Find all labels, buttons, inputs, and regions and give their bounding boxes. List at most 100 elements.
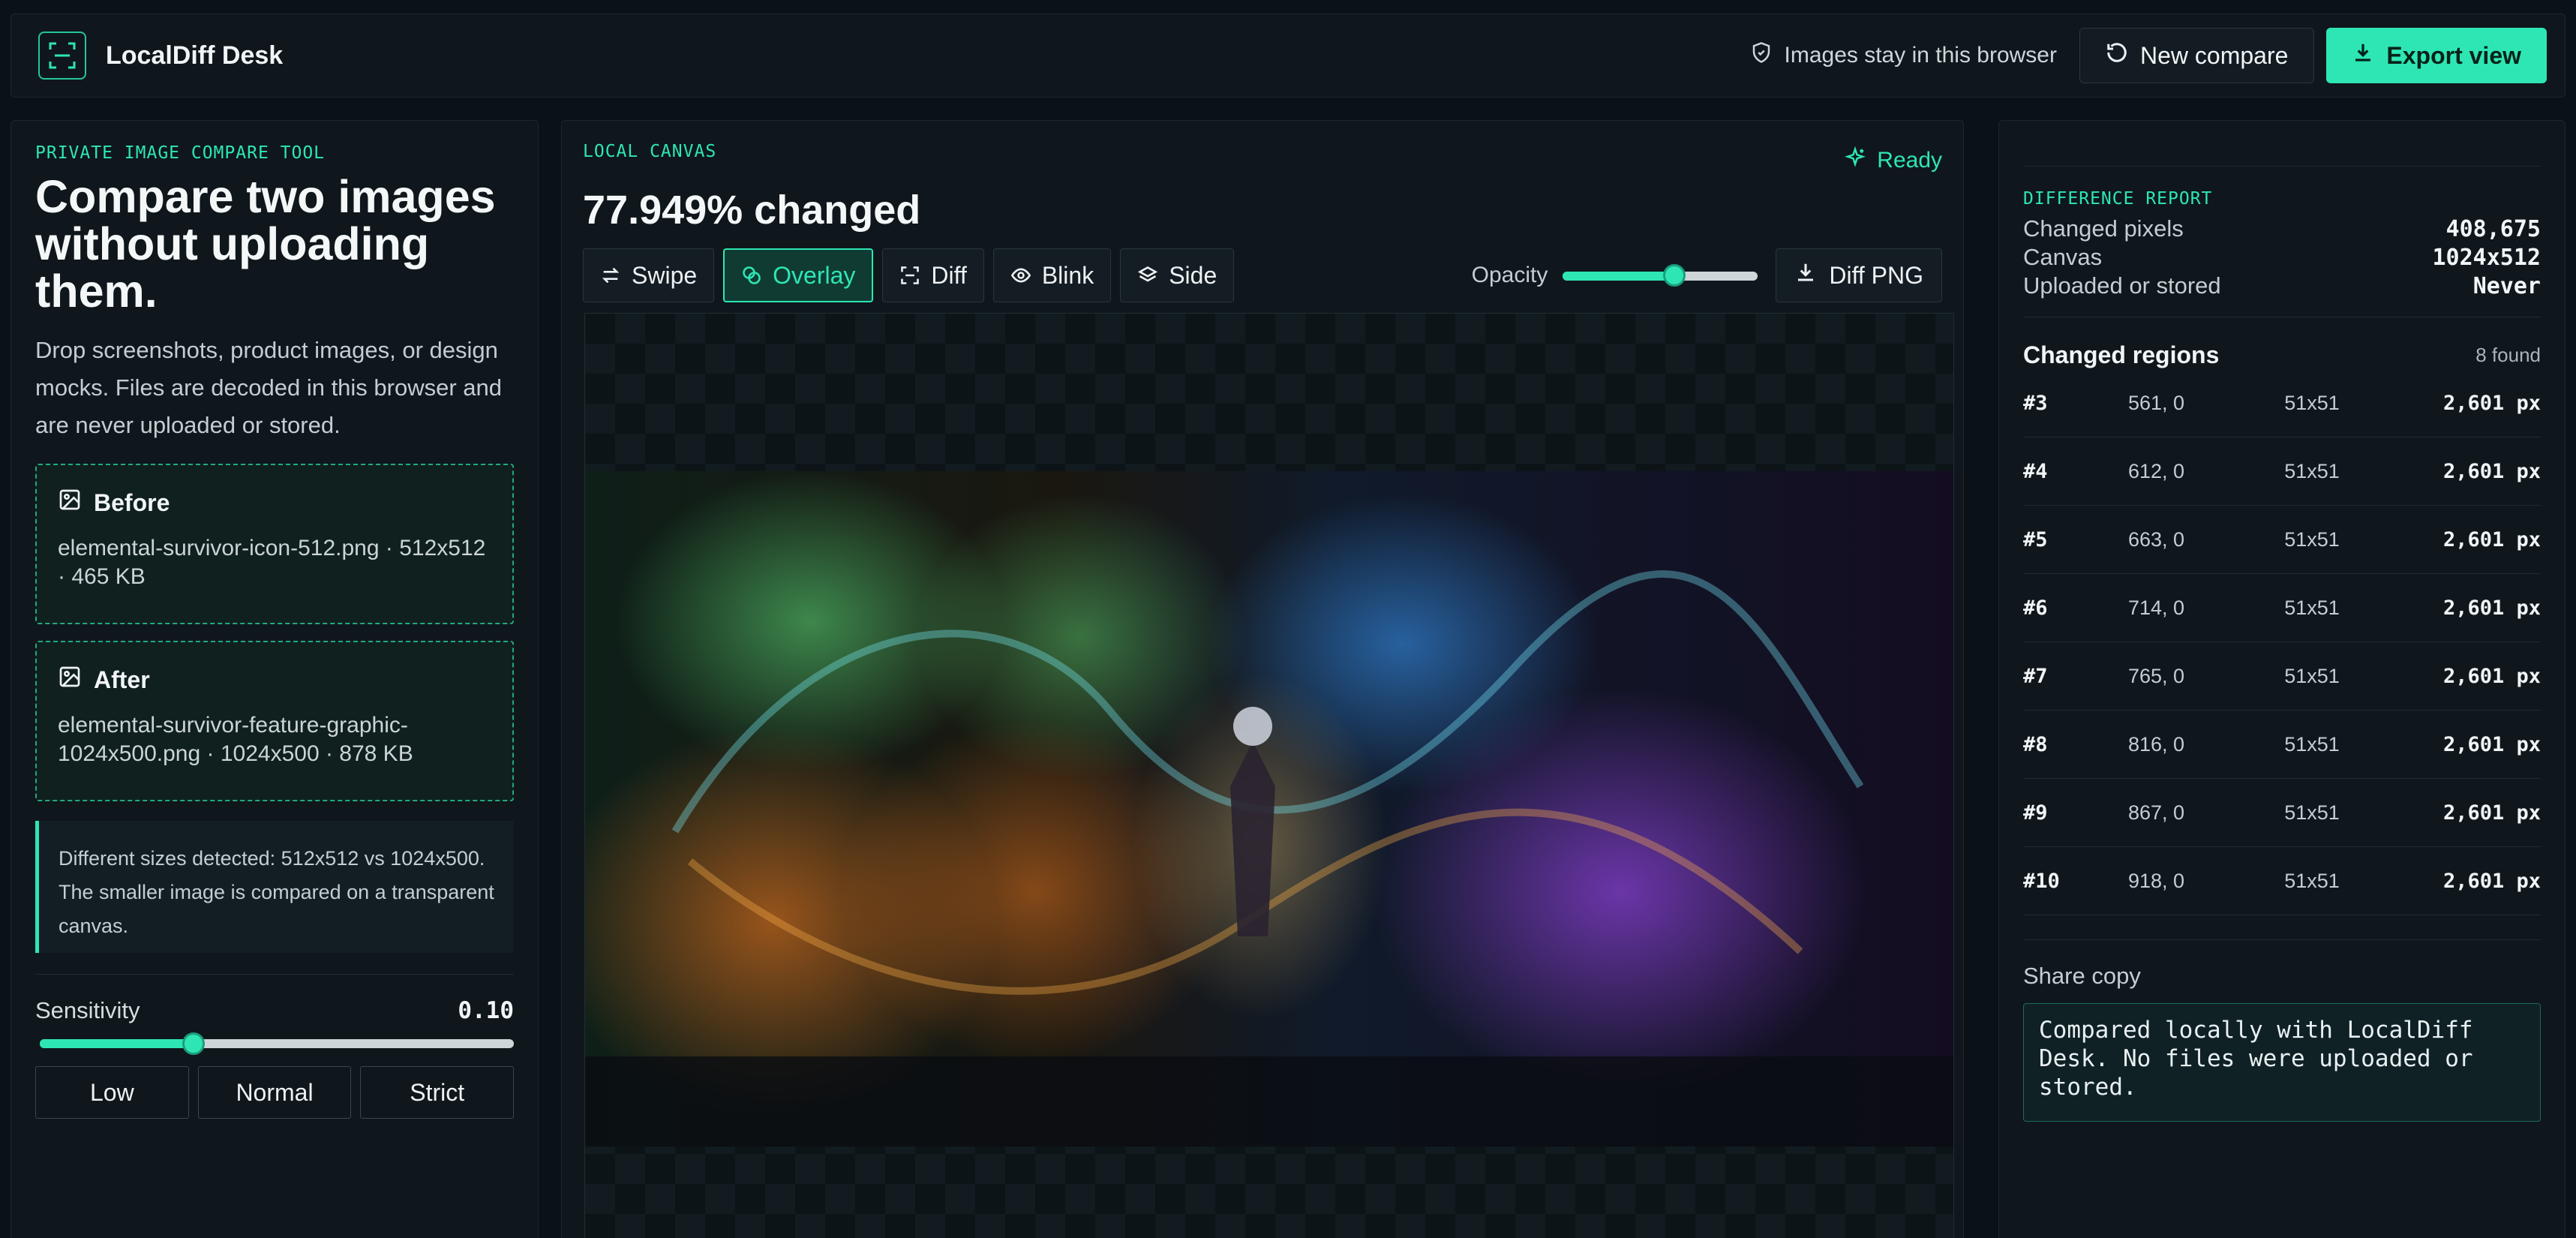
after-dropzone[interactable]: After elemental-survivor-feature-graphic… bbox=[35, 641, 514, 801]
region-id: #9 bbox=[2023, 801, 2048, 825]
tab-side[interactable]: Side bbox=[1120, 248, 1235, 302]
stat-value: Never bbox=[2472, 272, 2541, 299]
overlay-icon bbox=[741, 265, 762, 286]
region-id: #4 bbox=[2023, 459, 2048, 483]
eye-icon bbox=[1010, 265, 1031, 286]
tool-eyebrow: PRIVATE IMAGE COMPARE TOOL bbox=[35, 143, 326, 163]
stat-row: Canvas 1024x512 bbox=[2023, 243, 2541, 272]
region-position: 663, 0 bbox=[2128, 527, 2185, 551]
region-position: 561, 0 bbox=[2128, 391, 2185, 414]
download-icon bbox=[1794, 261, 1817, 290]
app-title: LocalDiff Desk bbox=[106, 41, 284, 70]
tab-label: Side bbox=[1169, 261, 1217, 289]
region-position: 765, 0 bbox=[2128, 664, 2185, 687]
region-pixels: 2,601 px bbox=[2442, 732, 2541, 756]
region-row[interactable]: #8 816, 0 51x51 2,601 px bbox=[2023, 711, 2541, 779]
sensitivity-label: Sensitivity bbox=[35, 997, 140, 1023]
region-pixels: 2,601 px bbox=[2442, 869, 2541, 893]
opacity-label: Opacity bbox=[1471, 263, 1548, 287]
size-mismatch-notice: Different sizes detected: 512x512 vs 102… bbox=[35, 821, 514, 953]
export-view-button[interactable]: Export view bbox=[2326, 28, 2547, 83]
region-row[interactable]: #5 663, 0 51x51 2,601 px bbox=[2023, 506, 2541, 574]
input-panel: PRIVATE IMAGE COMPARE TOOL Compare two i… bbox=[11, 120, 539, 1238]
tab-diff[interactable]: Diff bbox=[882, 248, 984, 302]
stat-label: Canvas bbox=[2023, 244, 2103, 270]
region-id: #6 bbox=[2023, 596, 2048, 620]
region-size: 51x51 bbox=[2284, 732, 2340, 756]
region-id: #5 bbox=[2023, 527, 2048, 551]
divider bbox=[2023, 166, 2541, 167]
stat-row: Uploaded or stored Never bbox=[2023, 272, 2541, 300]
regions-count: 8 found bbox=[2475, 344, 2541, 366]
before-dropzone[interactable]: Before elemental-survivor-icon-512.png ·… bbox=[35, 464, 514, 624]
sensitivity-value: 0.10 bbox=[458, 997, 514, 1024]
stat-label: Changed pixels bbox=[2023, 215, 2184, 242]
preset-normal-button[interactable]: Normal bbox=[197, 1066, 352, 1119]
region-size: 51x51 bbox=[2284, 664, 2340, 687]
tab-overlay[interactable]: Overlay bbox=[723, 248, 874, 302]
divider bbox=[2023, 939, 2541, 940]
preset-strict-button[interactable]: Strict bbox=[360, 1066, 515, 1119]
sparkle-icon bbox=[1844, 146, 1866, 175]
stat-value: 408,675 bbox=[2445, 215, 2541, 242]
region-id: #7 bbox=[2023, 664, 2048, 688]
status-text: Ready bbox=[1877, 148, 1942, 173]
download-icon bbox=[2352, 41, 2374, 70]
opacity-slider[interactable] bbox=[1563, 264, 1758, 287]
preset-low-button[interactable]: Low bbox=[35, 1066, 189, 1119]
region-row[interactable]: #9 867, 0 51x51 2,601 px bbox=[2023, 779, 2541, 847]
compare-viewport[interactable] bbox=[584, 313, 1954, 1238]
report-panel: DIFFERENCE REPORT Changed pixels 408,675 C… bbox=[1998, 120, 2565, 1238]
region-row[interactable]: #4 612, 0 51x51 2,601 px bbox=[2023, 437, 2541, 506]
regions-list: #3 561, 0 51x51 2,601 px #4 612, 0 51x51 2,601 … bbox=[2023, 369, 2541, 915]
share-label: Share copy bbox=[2023, 963, 2141, 989]
export-view-label: Export view bbox=[2386, 41, 2521, 69]
sensitivity-slider[interactable] bbox=[35, 1032, 514, 1055]
stats-list: Changed pixels 408,675 Canvas 1024x512 Uploa… bbox=[2023, 215, 2541, 300]
sensitivity-handle[interactable] bbox=[182, 1032, 205, 1055]
region-row[interactable]: #10 918, 0 51x51 2,601 px bbox=[2023, 847, 2541, 915]
regions-title: Changed regions bbox=[2023, 341, 2220, 368]
page-title: Compare two images without uploading the… bbox=[35, 171, 496, 317]
region-size: 51x51 bbox=[2284, 459, 2340, 482]
canvas-panel: LOCAL CANVAS Ready 77.949% changed Swipe… bbox=[561, 120, 1964, 1238]
region-pixels: 2,601 px bbox=[2442, 596, 2541, 620]
after-file-info: elemental-survivor-feature-graphic-1024x… bbox=[58, 713, 413, 766]
region-position: 918, 0 bbox=[2128, 869, 2185, 892]
region-pixels: 2,601 px bbox=[2442, 801, 2541, 825]
stat-value: 1024x512 bbox=[2432, 244, 2541, 271]
tab-label: Overlay bbox=[773, 261, 856, 289]
stat-row: Changed pixels 408,675 bbox=[2023, 215, 2541, 243]
sensitivity-presets: Low Normal Strict bbox=[35, 1066, 515, 1119]
share-copy-text[interactable]: Compared locally with LocalDiff Desk. No… bbox=[2023, 1003, 2541, 1122]
report-eyebrow: DIFFERENCE REPORT bbox=[2023, 189, 2213, 209]
status-indicator: Ready bbox=[1844, 146, 1942, 175]
opacity-handle[interactable] bbox=[1662, 264, 1686, 287]
region-size: 51x51 bbox=[2284, 391, 2340, 414]
canvas-eyebrow: LOCAL CANVAS bbox=[583, 142, 717, 161]
privacy-note: Images stay in this browser bbox=[1750, 41, 2057, 70]
region-position: 816, 0 bbox=[2128, 732, 2185, 756]
region-position: 612, 0 bbox=[2128, 459, 2185, 482]
privacy-note-text: Images stay in this browser bbox=[1784, 43, 2057, 68]
tab-label: Diff bbox=[931, 261, 967, 289]
region-position: 714, 0 bbox=[2128, 596, 2185, 619]
region-row[interactable]: #3 561, 0 51x51 2,601 px bbox=[2023, 369, 2541, 437]
divider bbox=[35, 974, 514, 975]
region-row[interactable]: #6 714, 0 51x51 2,601 px bbox=[2023, 574, 2541, 642]
region-pixels: 2,601 px bbox=[2442, 391, 2541, 415]
swap-arrows-icon bbox=[600, 265, 621, 286]
region-row[interactable]: #7 765, 0 51x51 2,601 px bbox=[2023, 642, 2541, 711]
diff-png-label: Diff PNG bbox=[1829, 261, 1923, 289]
region-position: 867, 0 bbox=[2128, 801, 2185, 824]
after-label: After bbox=[94, 666, 150, 693]
tab-label: Swipe bbox=[632, 261, 698, 289]
overlay-image bbox=[585, 471, 1953, 1146]
region-id: #10 bbox=[2023, 869, 2060, 893]
new-compare-button[interactable]: New compare bbox=[2079, 28, 2315, 83]
tab-blink[interactable]: Blink bbox=[992, 248, 1112, 302]
layers-icon bbox=[1137, 265, 1158, 286]
tab-swipe[interactable]: Swipe bbox=[583, 248, 715, 302]
diff-png-button[interactable]: Diff PNG bbox=[1776, 248, 1942, 302]
stat-label: Uploaded or stored bbox=[2023, 272, 2221, 299]
